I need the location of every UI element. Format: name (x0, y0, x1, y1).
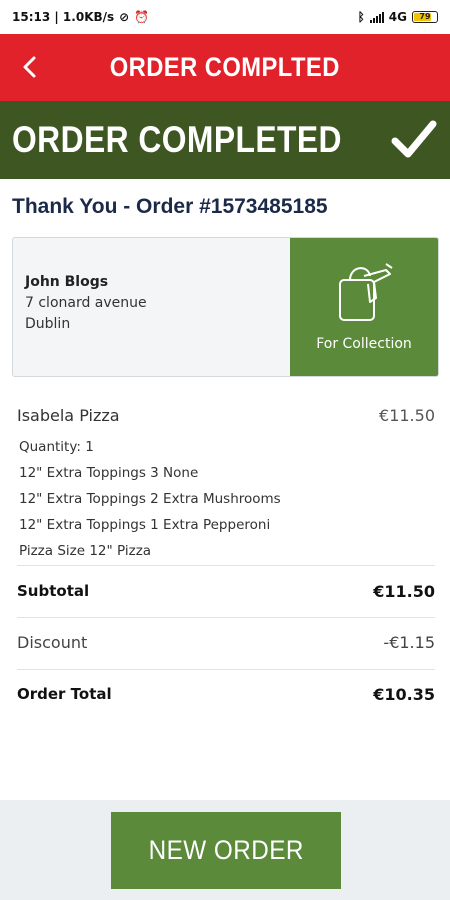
battery-level: 79 (419, 12, 431, 21)
new-order-button[interactable]: NEW ORDER (111, 812, 341, 889)
order-total-label: Order Total (17, 685, 112, 703)
item-name: Isabela Pizza (17, 406, 120, 425)
checkmark-icon (391, 120, 437, 158)
divider (17, 617, 435, 618)
status-time: 15:13 | 1.0KB/s (12, 10, 115, 24)
customer-address: 7 clonard avenue (25, 295, 147, 311)
subtotal-value: €11.50 (373, 581, 435, 601)
customer-city: Dublin (25, 316, 71, 332)
discount-value: -€1.15 (383, 632, 435, 652)
app-bar: ORDER COMPLTED (0, 34, 450, 101)
order-confirmation-heading: Thank You - Order #1573485185 (12, 195, 328, 218)
order-total-value: €10.35 (373, 684, 435, 704)
network-type: 4G (388, 10, 407, 24)
item-detail: Quantity: 1 (19, 439, 94, 455)
item-detail: 12" Extra Toppings 1 Extra Pepperoni (19, 517, 271, 533)
subtotal-label: Subtotal (17, 582, 90, 600)
footer: NEW ORDER (0, 800, 450, 900)
customer-name: John Blogs (25, 274, 109, 290)
customer-details: John Blogs 7 clonard avenue Dublin (13, 238, 291, 376)
bag-in-hand-icon (339, 263, 393, 321)
back-button[interactable] (14, 52, 44, 82)
discount-label: Discount (17, 632, 88, 652)
divider (17, 669, 435, 670)
divider (17, 565, 435, 566)
banner-title: ORDER COMPLETED (12, 119, 342, 160)
order-completed-banner: ORDER COMPLETED (0, 101, 450, 179)
fulfillment-label: For Collection (316, 336, 412, 352)
customer-card: John Blogs 7 clonard avenue Dublin For C… (12, 237, 439, 377)
alarm-icon: ⏰ (134, 10, 150, 24)
item-detail: 12" Extra Toppings 3 None (19, 465, 199, 481)
item-price: €11.50 (379, 406, 435, 425)
item-detail: 12" Extra Toppings 2 Extra Mushrooms (19, 491, 281, 507)
chevron-left-icon (23, 56, 36, 78)
battery-icon: 79 (412, 11, 438, 23)
status-right: ᛒ 4G 79 (358, 10, 438, 24)
page-title: ORDER COMPLTED (109, 52, 341, 82)
sync-off-icon: ⊘ (119, 10, 130, 24)
status-bar: 15:13 | 1.0KB/s ⊘ ⏰ ᛒ 4G 79 (0, 0, 450, 34)
subtotal-row: Subtotal €11.50 (17, 579, 435, 603)
order-total-row: Order Total €10.35 (17, 682, 435, 706)
new-order-label: NEW ORDER (148, 835, 304, 865)
status-left: 15:13 | 1.0KB/s ⊘ ⏰ (12, 10, 149, 24)
item-detail: Pizza Size 12" Pizza (19, 543, 152, 559)
signal-icon (369, 11, 384, 23)
collection-panel: For Collection (290, 238, 438, 376)
line-item: Isabela Pizza €11.50 (17, 406, 435, 425)
bluetooth-icon: ᛒ (357, 10, 365, 24)
discount-row: Discount -€1.15 (17, 630, 435, 654)
